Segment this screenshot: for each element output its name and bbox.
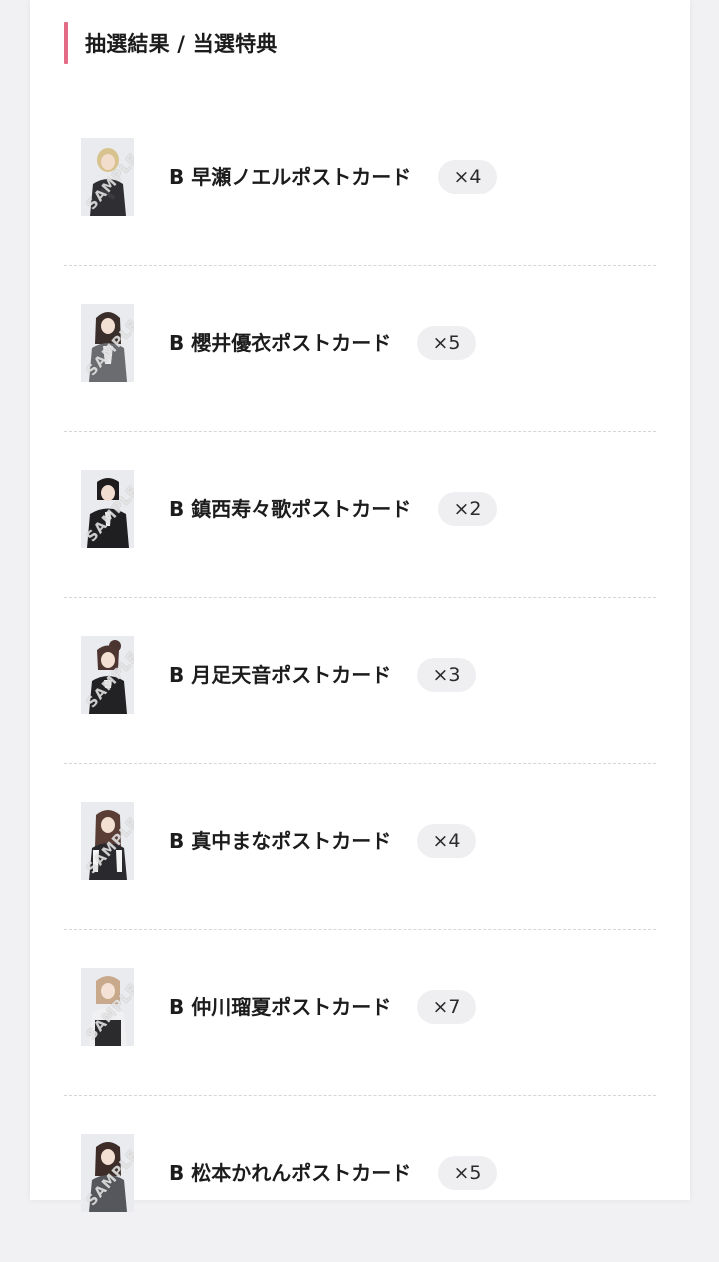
postcard-thumbnail: SAMPLE <box>81 138 134 216</box>
section-header: 抽選結果 / 当選特典 <box>64 22 278 64</box>
quantity-badge: ×2 <box>438 492 497 526</box>
prize-item: SAMPLE B 松本かれんポストカード ×5 <box>64 1096 656 1262</box>
postcard-thumbnail: SAMPLE <box>81 802 134 880</box>
prize-results-card: 抽選結果 / 当選特典 SAMPLE B 早瀬ノエルポストカード ×4 SAMP… <box>30 0 690 1212</box>
postcard-thumbnail: SAMPLE <box>81 968 134 1046</box>
postcard-thumbnail: SAMPLE <box>81 470 134 548</box>
prize-item: SAMPLE B 真中まなポストカード ×4 <box>64 764 656 930</box>
prize-item: SAMPLE B 仲川瑠夏ポストカード ×7 <box>64 930 656 1096</box>
prize-item: SAMPLE B 月足天音ポストカード ×3 <box>64 598 656 764</box>
item-name: B 仲川瑠夏ポストカード <box>169 995 392 1019</box>
postcard-thumbnail: SAMPLE <box>81 636 134 714</box>
item-name: B 櫻井優衣ポストカード <box>169 331 392 355</box>
item-name: B 鎮西寿々歌ポストカード <box>169 497 412 521</box>
item-name: B 早瀬ノエルポストカード <box>169 165 412 189</box>
postcard-thumbnail: SAMPLE <box>81 1134 134 1212</box>
quantity-badge: ×4 <box>417 824 476 858</box>
item-name: B 月足天音ポストカード <box>169 663 392 687</box>
item-name: B 松本かれんポストカード <box>169 1161 412 1185</box>
section-accent-bar <box>64 22 68 64</box>
prize-item: SAMPLE B 櫻井優衣ポストカード ×5 <box>64 266 656 432</box>
quantity-badge: ×5 <box>438 1156 497 1190</box>
section-title: 抽選結果 / 当選特典 <box>85 32 278 56</box>
quantity-badge: ×5 <box>417 326 476 360</box>
quantity-badge: ×3 <box>417 658 476 692</box>
item-name: B 真中まなポストカード <box>169 829 392 853</box>
prize-item: SAMPLE B 早瀬ノエルポストカード ×4 <box>64 100 656 266</box>
prize-item: SAMPLE B 鎮西寿々歌ポストカード ×2 <box>64 432 656 598</box>
quantity-badge: ×4 <box>438 160 497 194</box>
quantity-badge: ×7 <box>417 990 476 1024</box>
postcard-thumbnail: SAMPLE <box>81 304 134 382</box>
